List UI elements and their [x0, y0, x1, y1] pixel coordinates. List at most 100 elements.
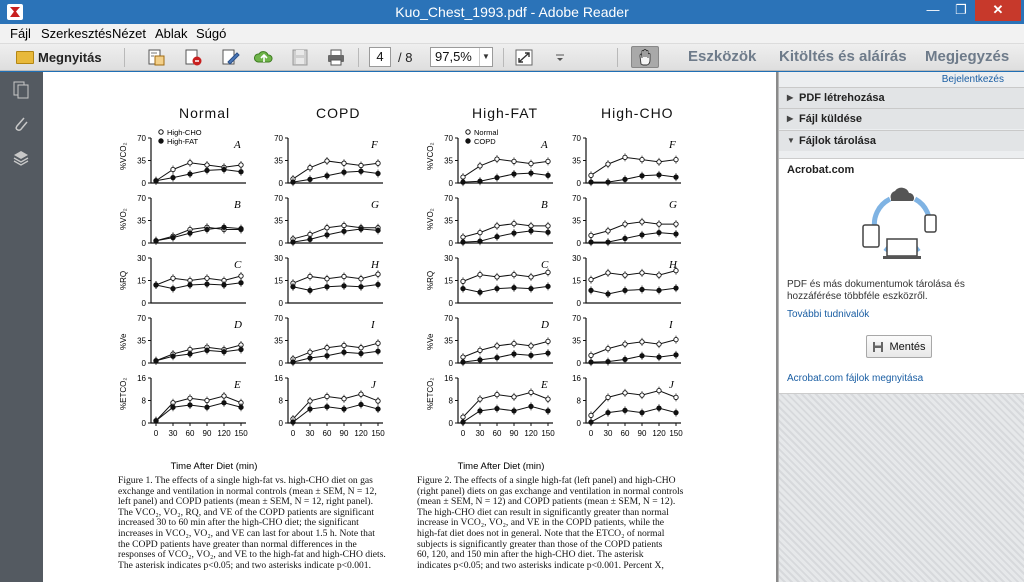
filled-marker	[204, 281, 210, 287]
open-marker	[656, 221, 662, 227]
page-thumbnails-icon[interactable]	[12, 81, 30, 99]
open-marker	[605, 345, 611, 352]
section-send-file[interactable]: ▶ Fájl küldése	[779, 108, 1024, 129]
save-icon[interactable]	[290, 48, 310, 67]
open-marker	[656, 387, 662, 394]
fill-sign-pane-button[interactable]: Kitöltés és aláírás	[779, 48, 907, 65]
filled-marker	[477, 238, 483, 244]
x-tick-label: 60	[621, 429, 630, 438]
filled-marker	[221, 400, 227, 406]
y-tick-label: 0	[449, 239, 454, 248]
section-create-pdf[interactable]: ▶ PDF létrehozása	[779, 87, 1024, 108]
x-tick-label: 60	[323, 429, 332, 438]
open-marker	[477, 229, 483, 236]
series-line	[590, 270, 677, 281]
filled-marker	[290, 239, 296, 245]
comment-pane-button[interactable]: Megjegyzés	[925, 48, 1009, 65]
open-marker	[494, 223, 500, 229]
x-tick-label: 0	[154, 429, 159, 438]
filled-marker	[622, 176, 628, 183]
disk-icon	[873, 341, 884, 352]
panel-letter: J	[371, 379, 377, 391]
filled-marker	[324, 404, 330, 410]
x-tick-label: 60	[186, 429, 195, 438]
panel-letter: A	[540, 139, 548, 151]
layers-icon[interactable]	[12, 149, 30, 167]
filled-marker	[528, 228, 534, 234]
section-store-files[interactable]: ▼ Fájlok tárolása	[779, 130, 1024, 151]
filled-marker	[622, 407, 628, 414]
page-total: / 8	[398, 50, 413, 65]
y-axis-label: %RQ	[426, 271, 435, 290]
fit-page-icon[interactable]	[514, 48, 534, 67]
y-tick-label: 15	[137, 277, 146, 286]
convert-pdf-icon[interactable]	[183, 48, 203, 67]
minimize-button[interactable]: —	[919, 0, 947, 21]
series-line	[155, 168, 242, 182]
open-marker	[545, 269, 551, 276]
filled-marker	[477, 289, 483, 295]
save-to-cloud-button[interactable]: Mentés	[866, 335, 932, 358]
open-marker	[588, 412, 594, 418]
filled-marker	[153, 282, 159, 288]
open-marker	[545, 158, 551, 165]
filled-marker	[545, 229, 551, 235]
print-icon[interactable]	[326, 48, 346, 67]
toolbar-options-icon[interactable]	[550, 48, 570, 67]
open-marker	[170, 166, 176, 173]
filled-marker	[221, 349, 227, 355]
series-line	[590, 354, 677, 363]
x-tick-label: 120	[217, 429, 231, 438]
y-tick-label: 8	[142, 397, 147, 406]
open-marker	[375, 271, 381, 277]
filled-marker	[170, 404, 176, 410]
filled-marker	[511, 171, 517, 177]
learn-more-link[interactable]: További tudnivalók	[787, 309, 869, 320]
filled-marker	[605, 291, 611, 297]
section-label: Fájlok tárolása	[799, 135, 877, 147]
menu-file[interactable]: Fájl	[10, 26, 31, 41]
panel-axes	[287, 318, 383, 364]
menu-help[interactable]: Súgó	[196, 26, 226, 41]
series-line	[462, 285, 549, 293]
open-marker	[460, 278, 466, 285]
menu-window[interactable]: Ablak	[155, 26, 188, 41]
series-line	[155, 395, 242, 422]
open-marker	[324, 345, 330, 351]
filled-marker	[238, 225, 244, 232]
panel-axes	[287, 258, 383, 304]
maximize-button[interactable]: ❐	[947, 0, 975, 21]
filled-marker	[204, 226, 210, 233]
menu-view[interactable]: Nézet	[112, 26, 146, 41]
close-button[interactable]: ✕	[975, 0, 1021, 21]
open-marker	[605, 161, 611, 167]
open-marker	[588, 276, 594, 283]
attachments-icon[interactable]	[12, 115, 30, 133]
y-tick-label: 35	[137, 217, 146, 226]
menu-edit[interactable]: Szerkesztés	[41, 26, 112, 41]
chevron-down-icon: ▼	[479, 48, 492, 66]
y-tick-label: 70	[572, 134, 581, 143]
open-marker	[622, 154, 628, 161]
zoom-select[interactable]: 97,5% ▼	[430, 47, 493, 67]
cloud-upload-icon[interactable]	[254, 48, 274, 67]
y-tick-label: 0	[577, 299, 582, 308]
panel-axes	[150, 258, 246, 304]
open-marker	[673, 267, 679, 274]
open-acrobat-files-link[interactable]: Acrobat.com fájlok megnyitása	[787, 373, 923, 384]
y-tick-label: 30	[444, 254, 453, 263]
tools-pane-button[interactable]: Eszközök	[688, 48, 756, 65]
series-line	[292, 342, 379, 360]
edit-sign-icon[interactable]	[220, 48, 240, 67]
pdf-page[interactable]: Normal COPD High-FAT High-CHO 0 35 70 A 0 35 7…	[43, 72, 776, 582]
y-tick-label: 0	[449, 419, 454, 428]
series-line	[155, 275, 242, 286]
open-marker	[477, 271, 483, 278]
page-number-input[interactable]: 4	[369, 47, 391, 67]
login-link[interactable]: Bejelentkezés	[942, 74, 1004, 85]
open-button[interactable]: Megnyitás	[16, 47, 102, 68]
hand-tool-button[interactable]	[631, 46, 659, 68]
y-tick-label: 0	[142, 359, 147, 368]
filled-marker	[673, 231, 679, 237]
create-pdf-icon[interactable]	[146, 48, 166, 67]
